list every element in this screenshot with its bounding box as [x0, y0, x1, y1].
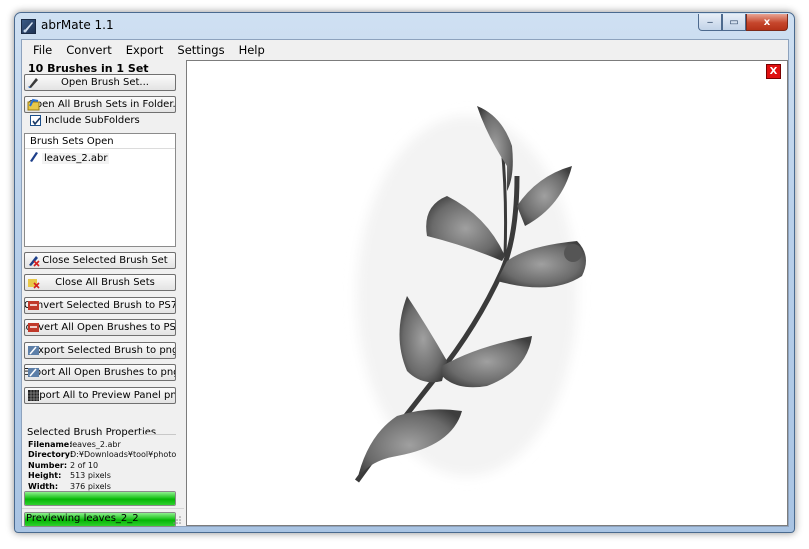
menu-bar: File Convert Export Settings Help	[22, 40, 788, 59]
brush-sets-list[interactable]: Brush Sets Open leaves_2.abr	[24, 133, 176, 247]
prop-row-directory: Directory: D:¥Downloads¥tool¥photoshop-l…	[28, 450, 176, 460]
title-bar: abrMate 1.1 ‒ ▭ x	[15, 13, 794, 39]
preview-panel: X	[186, 60, 788, 526]
convert-all-label: Convert All Open Brushes to PS7.x	[25, 322, 176, 333]
prop-value: 2 of 10	[70, 460, 99, 470]
properties-divider	[136, 434, 176, 435]
prop-row-height: Height: 513 pixels	[28, 471, 176, 481]
close-all-brush-sets-button[interactable]: Close All Brush Sets	[24, 274, 176, 291]
close-window-button[interactable]: x	[746, 14, 788, 31]
export-all-label: Export All Open Brushes to png's	[24, 367, 176, 378]
left-panel: 10 Brushes in 1 Set Open Open Brush Set.…	[22, 59, 184, 527]
export-preview-panel-button[interactable]: Export All to Preview Panel png	[24, 387, 176, 404]
include-subfolders-row[interactable]: Include SubFolders	[30, 115, 140, 126]
prop-value: D:¥Downloads¥tool¥photoshop-le	[70, 450, 176, 460]
close-preview-button[interactable]: X	[766, 64, 781, 79]
close-selected-label: Close Selected Brush Set	[42, 255, 168, 266]
maximize-button[interactable]: ▭	[722, 14, 746, 31]
app-icon	[21, 19, 36, 34]
include-subfolders-checkbox[interactable]	[30, 115, 41, 126]
app-window: abrMate 1.1 ‒ ▭ x File Convert Export Se…	[14, 12, 795, 533]
progress-fill	[25, 492, 175, 505]
brush-file-icon	[29, 151, 39, 165]
grid-icon	[27, 389, 40, 402]
resize-grip-icon[interactable]	[173, 516, 181, 524]
export-icon	[27, 344, 40, 357]
convert-all-icon	[27, 321, 40, 334]
convert-icon	[27, 299, 40, 312]
window-title: abrMate 1.1	[41, 18, 114, 32]
properties-list: Filename: leaves_2.abr Directory: D:¥Dow…	[28, 440, 176, 492]
open-all-in-folder-button[interactable]: Open All Brush Sets in Folder...	[24, 96, 176, 113]
prop-key: Height:	[28, 471, 62, 481]
convert-selected-label: Convert Selected Brush to PS7.x	[24, 300, 176, 311]
minimize-button[interactable]: ‒	[698, 14, 722, 31]
open-brush-set-label: Open Brush Set...	[61, 77, 149, 88]
status-bar: Previewing leaves_2_2	[22, 508, 184, 527]
prop-value: leaves_2.abr	[70, 440, 121, 449]
prop-key: Filename:	[28, 440, 73, 449]
close-all-icon	[27, 276, 40, 289]
export-all-button[interactable]: Export All Open Brushes to png's	[24, 364, 176, 381]
close-all-label: Close All Brush Sets	[55, 277, 155, 288]
progress-bar-primary	[24, 491, 176, 506]
include-subfolders-label: Include SubFolders	[45, 115, 140, 126]
menu-help[interactable]: Help	[232, 43, 272, 57]
prop-row-number: Number: 2 of 10	[28, 461, 176, 471]
brush-preview-image	[354, 106, 586, 483]
convert-all-button[interactable]: Convert All Open Brushes to PS7.x	[24, 319, 176, 336]
prop-key: Number:	[28, 460, 68, 470]
client-area: File Convert Export Settings Help 10 Bru…	[21, 39, 789, 527]
menu-file[interactable]: File	[26, 43, 59, 57]
prop-value: 513 pixels	[70, 471, 111, 481]
list-item-label: leaves_2.abr	[42, 152, 110, 164]
brush-icon	[27, 76, 40, 89]
export-selected-label: Export Selected Brush to png	[31, 345, 176, 356]
menu-convert[interactable]: Convert	[59, 43, 118, 57]
open-brush-set-button[interactable]: Open Brush Set...	[24, 74, 176, 91]
prop-key: Directory:	[28, 450, 74, 460]
folder-open-icon	[27, 98, 40, 111]
list-column-header[interactable]: Brush Sets Open	[25, 134, 175, 149]
export-all-icon	[27, 366, 40, 379]
export-selected-button[interactable]: Export Selected Brush to png	[24, 342, 176, 359]
list-item[interactable]: leaves_2.abr	[25, 151, 175, 165]
close-set-icon	[27, 254, 40, 267]
status-text: Previewing leaves_2_2	[26, 512, 139, 524]
close-selected-brush-set-button[interactable]: Close Selected Brush Set	[24, 252, 176, 269]
prop-row-filename: Filename: leaves_2.abr	[28, 440, 176, 450]
export-preview-label: Export All to Preview Panel png	[27, 390, 176, 401]
list-header-label: Brush Sets Open	[30, 135, 114, 147]
convert-selected-button[interactable]: Convert Selected Brush to PS7.x	[24, 297, 176, 314]
properties-title: Selected Brush Properties	[27, 427, 157, 438]
open-all-in-folder-label: Open All Brush Sets in Folder...	[27, 99, 176, 110]
menu-export[interactable]: Export	[119, 43, 171, 57]
menu-settings[interactable]: Settings	[170, 43, 231, 57]
